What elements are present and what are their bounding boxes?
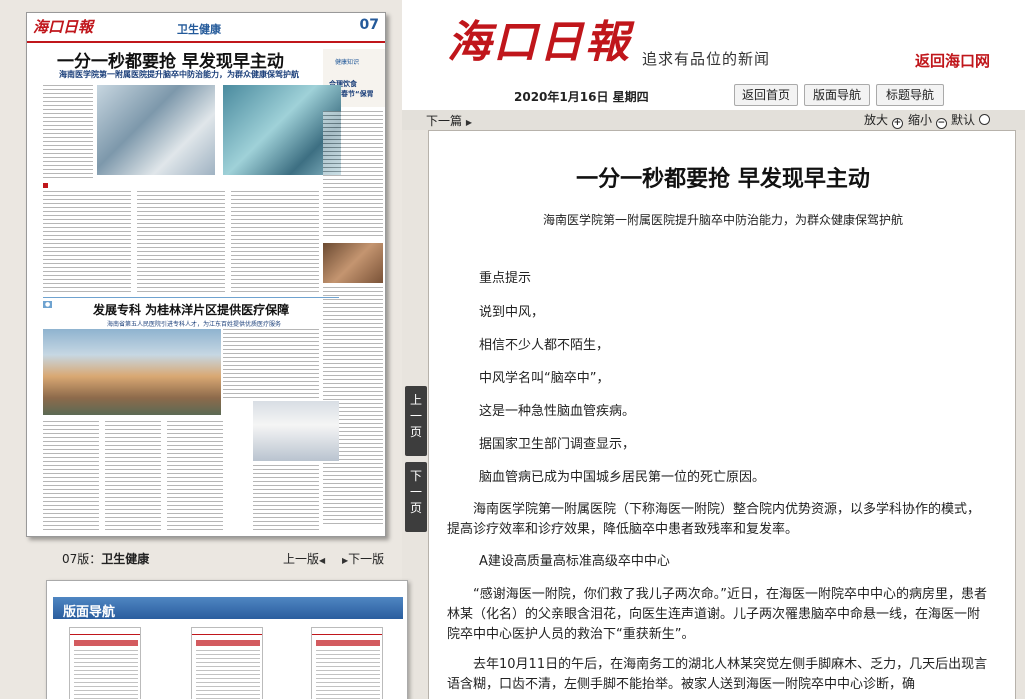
article-title: 一分一秒都要抢 早发现早主动 bbox=[576, 167, 870, 192]
zoom-in-button[interactable]: 放大 + bbox=[864, 111, 903, 129]
logo-char: 口 bbox=[493, 17, 537, 68]
next-article-label: 下一篇 bbox=[426, 114, 463, 128]
article-paragraph: 据国家卫生部门调查显示， bbox=[479, 437, 636, 452]
paper-text-block bbox=[253, 465, 319, 531]
article-paragraph: 脑血管病已成为中国城乡居民第一位的死亡原因。 bbox=[479, 470, 766, 485]
article-paragraph: 海南医学院第一附属医院（下称海医一附院）整合院内优势资源，以多学科协作的模式，提… bbox=[447, 502, 981, 537]
article-paragraph: 相信不少人都不陌生， bbox=[479, 338, 610, 353]
thumb-masthead bbox=[192, 628, 262, 635]
paper-masthead: 海口日報 卫生健康 07 bbox=[27, 13, 385, 43]
newspaper-page-thumbnail[interactable]: 海口日報 卫生健康 07 一分一秒都要抢 早发现早主动 海南医学院第一附属医院提… bbox=[26, 12, 386, 537]
layout-nav-panel: 版面导航 bbox=[46, 580, 408, 699]
paper-photo-food bbox=[323, 243, 383, 283]
next-page-link[interactable]: ▶下一版 bbox=[342, 550, 384, 567]
article-subtitle: 海南医学院第一附属医院提升脑卒中防治能力，为群众健康保驾护航 bbox=[542, 213, 903, 227]
zoom-default-label: 默认 bbox=[951, 113, 976, 127]
current-page-info: 07版：卫生健康 bbox=[62, 550, 149, 567]
site-slogan: 追求有品位的新闻 bbox=[642, 50, 771, 68]
next-page-label: 下一版 bbox=[348, 552, 385, 566]
page-label: 07版： bbox=[62, 552, 102, 566]
prev-page-label: 上一版 bbox=[283, 552, 320, 566]
page-thumbnail[interactable] bbox=[191, 627, 263, 699]
article-paragraph: 重点提示 bbox=[479, 271, 532, 286]
thumb-title bbox=[74, 640, 138, 646]
article-paragraph: 说到中风， bbox=[479, 305, 545, 320]
logo-char: 報 bbox=[585, 17, 629, 68]
page-thumbnail[interactable] bbox=[311, 627, 383, 699]
paper-headline-2[interactable]: 发展专科 为桂林洋片区提供医疗保障 bbox=[93, 301, 289, 318]
logo-char: 海 bbox=[447, 17, 491, 68]
thumb-masthead bbox=[312, 628, 382, 635]
paper-section-name: 卫生健康 bbox=[177, 23, 221, 36]
section-name: 卫生健康 bbox=[101, 552, 150, 566]
tab-layout-nav[interactable]: 版面导航 bbox=[804, 84, 870, 106]
paper-page-number: 07 bbox=[359, 17, 379, 33]
zoom-out-label: 缩小 bbox=[908, 113, 933, 127]
paper-text-block bbox=[137, 191, 225, 293]
site-logo[interactable]: 海 口 日 報 bbox=[447, 0, 637, 82]
article-paragraph: 中风学名叫“脑卒中”， bbox=[479, 371, 610, 386]
back-to-haikou-link[interactable]: 返回海口网 bbox=[915, 50, 990, 71]
triangle-right-icon: ▶ bbox=[465, 118, 472, 127]
paper-text-block bbox=[105, 421, 161, 531]
next-page-side-button[interactable]: 下 一 页 bbox=[405, 462, 427, 532]
paper-text-block bbox=[223, 329, 319, 399]
prev-side-char: 一 bbox=[409, 409, 422, 423]
page-thumbnail[interactable] bbox=[69, 627, 141, 699]
left-column: 海口日報 卫生健康 07 一分一秒都要抢 早发现早主动 海南医学院第一附属医院提… bbox=[0, 0, 408, 699]
plus-circle-icon: + bbox=[891, 118, 903, 129]
empty-circle-icon bbox=[978, 114, 990, 125]
thumb-text bbox=[74, 650, 138, 699]
article-toolbar: 下一篇 ▶ 放大 + 缩小 − 默认 bbox=[402, 110, 1025, 130]
thumb-masthead bbox=[70, 628, 140, 635]
zoom-default-button[interactable]: 默认 bbox=[951, 111, 990, 128]
next-side-char: 一 bbox=[409, 485, 422, 499]
article-section-heading: A建设高质量高标准高级卒中中心 bbox=[479, 554, 670, 569]
tab-home[interactable]: 返回首页 bbox=[734, 84, 798, 106]
thumb-text bbox=[196, 650, 260, 699]
thumb-title bbox=[316, 640, 380, 646]
zoom-in-label: 放大 bbox=[864, 113, 889, 127]
next-side-char: 下 bbox=[409, 469, 422, 483]
prev-side-char: 页 bbox=[409, 425, 422, 439]
prev-page-side-button[interactable]: 上 一 页 bbox=[405, 386, 427, 456]
paper-logo: 海口日報 bbox=[33, 18, 94, 36]
article-content: 一分一秒都要抢 早发现早主动 海南医学院第一附属医院提升脑卒中防治能力，为群众健… bbox=[428, 130, 1016, 699]
next-side-char: 页 bbox=[409, 501, 422, 515]
paper-subheadline-2: 海南省第五人民医院引进专科人才，为江东百姓提供优质医疗服务 bbox=[107, 321, 282, 328]
next-article-link[interactable]: 下一篇 ▶ bbox=[426, 112, 472, 129]
paper-photo-doctors bbox=[97, 85, 215, 175]
prev-side-char: 上 bbox=[409, 393, 422, 407]
thumb-title bbox=[196, 640, 260, 646]
paper-photo-staff bbox=[253, 401, 339, 461]
nav-panel-title: 版面导航 bbox=[63, 605, 116, 620]
thumb-text bbox=[316, 650, 380, 699]
logo-char: 日 bbox=[539, 17, 583, 68]
paper-bullet bbox=[43, 183, 48, 188]
paper-text-block bbox=[43, 191, 131, 293]
paper-text-block bbox=[231, 191, 319, 293]
prev-page-link[interactable]: 上一版◀ bbox=[283, 550, 325, 567]
paper-side-label: 健康知识 bbox=[335, 59, 360, 66]
paper-text-block bbox=[167, 421, 223, 531]
article-paragraph: 去年10月11日的午后，在海南务工的湖北人林某突觉左侧手脚麻木、乏力，几天后出现… bbox=[447, 657, 988, 692]
paper-photo-hospital bbox=[43, 329, 221, 415]
zoom-out-button[interactable]: 缩小 − bbox=[908, 111, 947, 129]
article-paragraph: 这是一种急性脑血管疾病。 bbox=[479, 404, 636, 419]
triangle-left-icon: ◀ bbox=[319, 556, 326, 565]
site-header: 海 口 日 報 追求有品位的新闻 返回海口网 2020年1月16日 星期四 返回… bbox=[402, 0, 1025, 110]
paper-subheadline: 海南医学院第一附属医院提升脑卒中防治能力，为群众健康保驾护航 bbox=[59, 70, 299, 79]
paper-text-block bbox=[43, 85, 93, 181]
minus-circle-icon: − bbox=[935, 118, 947, 129]
paper-text-block bbox=[43, 421, 99, 531]
tab-title-nav[interactable]: 标题导航 bbox=[876, 84, 944, 106]
issue-date: 2020年1月16日 星期四 bbox=[514, 90, 649, 104]
article-paragraph: “感谢海医一附院，你们救了我儿子两次命。”近日，在海医一附院卒中中心的病房里，患… bbox=[447, 587, 987, 642]
paper-section-tag: ● bbox=[43, 301, 53, 308]
paper-text-block bbox=[323, 111, 383, 239]
